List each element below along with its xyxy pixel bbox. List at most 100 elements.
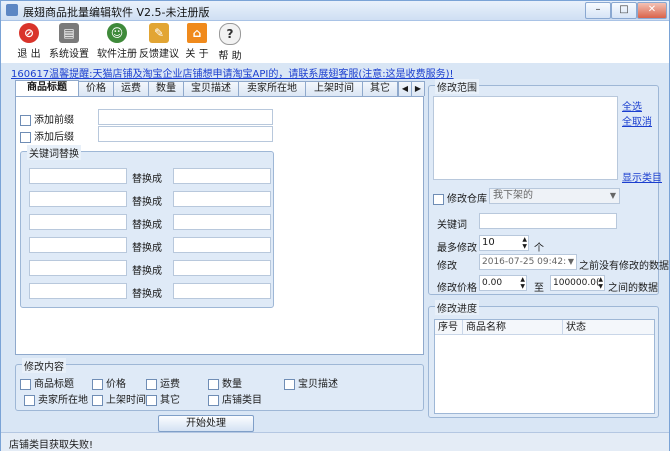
- exit-button[interactable]: ⊘ 退 出: [13, 23, 45, 60]
- checkbox[interactable]: [284, 378, 295, 390]
- content-option-shop-category[interactable]: 店铺类目: [208, 391, 262, 406]
- checkbox[interactable]: [146, 378, 157, 390]
- checkbox[interactable]: [20, 378, 31, 390]
- prefix-input[interactable]: [98, 109, 273, 125]
- content-option-list-time[interactable]: 上架时间: [92, 391, 146, 406]
- tab-price[interactable]: 价格: [78, 81, 114, 96]
- keyword-from-5[interactable]: [29, 260, 127, 276]
- keyword-from-1[interactable]: [29, 168, 127, 184]
- minimize-button[interactable]: –: [585, 2, 611, 19]
- keyword-from-6[interactable]: [29, 283, 127, 299]
- start-process-button[interactable]: 开始处理: [158, 415, 254, 432]
- keyword-to-2[interactable]: [173, 191, 271, 207]
- system-settings-label: 系统设置: [49, 49, 89, 60]
- tab-freight[interactable]: 运费: [113, 81, 149, 96]
- column-header-product-name[interactable]: 商品名称: [463, 320, 563, 335]
- column-header-status[interactable]: 状态: [563, 320, 654, 335]
- spinner-icon[interactable]: ▲ ▼: [598, 276, 603, 290]
- tab-other[interactable]: 其它: [362, 81, 398, 96]
- spinner-icon[interactable]: ▲ ▼: [520, 276, 525, 290]
- close-window-button[interactable]: ✕: [637, 2, 667, 19]
- add-prefix-option[interactable]: 添加前缀: [20, 111, 74, 126]
- modify-warehouse-option[interactable]: 修改仓库: [433, 190, 487, 205]
- tab-scroll-left-icon[interactable]: ◀: [398, 81, 412, 96]
- feedback-button[interactable]: ✎ 反馈建议: [139, 23, 179, 60]
- about-button[interactable]: ⌂ 关 于: [181, 23, 213, 60]
- keyword-label: 关键词: [437, 220, 467, 231]
- checkbox[interactable]: [146, 394, 157, 406]
- maximize-button[interactable]: □: [611, 2, 637, 19]
- tab-scroll-right-icon[interactable]: ▶: [411, 81, 425, 96]
- warehouse-checkbox[interactable]: [433, 193, 444, 205]
- replace-label-1: 替换成: [132, 174, 162, 185]
- keyword-from-2[interactable]: [29, 191, 127, 207]
- option-label: 卖家所在地: [38, 395, 88, 406]
- add-suffix-checkbox[interactable]: [20, 131, 31, 143]
- tab-description[interactable]: 宝贝描述: [183, 81, 239, 96]
- content-option-freight[interactable]: 运费: [146, 375, 180, 390]
- keyword-replace-group: 关键词替换 替换成 替换成 替换成 替换成 替换成 替换成: [20, 145, 274, 308]
- app-window: 展翅商品批量编辑软件 V2.5-未注册版 – □ ✕ ⊘ 退 出 ▤ 系统设置 …: [0, 0, 670, 451]
- checkbox[interactable]: [24, 394, 35, 406]
- select-none-link[interactable]: 全取消: [622, 113, 652, 128]
- about-label: 关 于: [185, 49, 209, 60]
- user-icon: ☺: [107, 23, 127, 43]
- content-option-description[interactable]: 宝贝描述: [284, 375, 338, 390]
- register-button[interactable]: ☺ 软件注册: [97, 23, 137, 60]
- tab-list-time[interactable]: 上架时间: [305, 81, 363, 96]
- option-label: 店铺类目: [222, 395, 262, 406]
- content-option-price[interactable]: 价格: [92, 375, 126, 390]
- price-to-value: 100000.0(: [553, 278, 600, 288]
- show-category-link[interactable]: 显示类目: [622, 169, 662, 184]
- column-header-index[interactable]: 序号: [435, 320, 463, 335]
- stop-icon: ⊘: [19, 23, 39, 43]
- price-from-value: 0.00: [482, 278, 503, 288]
- checkbox[interactable]: [208, 378, 219, 390]
- price-from-input[interactable]: 0.00 ▲ ▼: [479, 275, 527, 291]
- modify-scope-group: 修改范围 全选 全取消 显示类目 修改仓库 我下架的 ▼ 关键词 最多修改 10 ▲…: [428, 79, 669, 295]
- add-prefix-checkbox[interactable]: [20, 114, 31, 126]
- title-bar: 展翅商品批量编辑软件 V2.5-未注册版 – □ ✕: [1, 1, 669, 21]
- spinner-icon[interactable]: ▲ ▼: [522, 236, 527, 250]
- price-to-label: 至: [534, 283, 544, 294]
- system-settings-button[interactable]: ▤ 系统设置: [49, 23, 89, 60]
- tab-location[interactable]: 卖家所在地: [238, 81, 306, 96]
- progress-table[interactable]: 序号 商品名称 状态: [434, 319, 655, 414]
- keyword-to-5[interactable]: [173, 260, 271, 276]
- keyword-to-6[interactable]: [173, 283, 271, 299]
- chevron-down-icon[interactable]: ▼: [568, 255, 574, 269]
- tab-quantity[interactable]: 数量: [148, 81, 184, 96]
- keyword-from-4[interactable]: [29, 237, 127, 253]
- keyword-to-3[interactable]: [173, 214, 271, 230]
- keyword-to-1[interactable]: [173, 168, 271, 184]
- modify-time-picker[interactable]: 2016-07-25 09:42: ▼: [479, 254, 577, 270]
- warehouse-select[interactable]: 我下架的 ▼: [489, 188, 620, 204]
- content-option-title[interactable]: 商品标题: [20, 375, 74, 390]
- tab-title[interactable]: 商品标题: [15, 80, 79, 96]
- content-option-location[interactable]: 卖家所在地: [24, 391, 88, 406]
- price-to-input[interactable]: 100000.0(▲ ▼: [550, 275, 605, 291]
- checkbox[interactable]: [92, 378, 103, 390]
- content-option-other[interactable]: 其它: [146, 391, 180, 406]
- scope-category-list[interactable]: [433, 96, 618, 180]
- help-label: 帮 助: [218, 51, 242, 62]
- keyword-to-4[interactable]: [173, 237, 271, 253]
- option-label: 其它: [160, 395, 180, 406]
- toolbar: ⊘ 退 出 ▤ 系统设置 ☺ 软件注册 ✎ 反馈建议 ⌂ 关 于 ? 帮 助: [1, 21, 669, 63]
- add-suffix-option[interactable]: 添加后缀: [20, 128, 74, 143]
- select-all-link[interactable]: 全选: [622, 98, 642, 113]
- notice-link[interactable]: 160617温馨提醒:天猫店铺及淘宝企业店铺想申请淘宝API的，请联系展翅客服(…: [11, 65, 454, 80]
- checkbox[interactable]: [208, 394, 219, 406]
- register-label: 软件注册: [97, 49, 137, 60]
- option-label: 运费: [160, 379, 180, 390]
- help-button[interactable]: ? 帮 助: [215, 23, 245, 62]
- modify-content-caption: 修改内容: [22, 358, 66, 373]
- price-range-suffix: 之间的数据: [608, 283, 658, 294]
- max-modify-stepper[interactable]: 10 ▲ ▼: [479, 235, 529, 251]
- keyword-from-3[interactable]: [29, 214, 127, 230]
- checkbox[interactable]: [92, 394, 103, 406]
- content-option-quantity[interactable]: 数量: [208, 375, 242, 390]
- keyword-input[interactable]: [479, 213, 617, 229]
- suffix-input[interactable]: [98, 126, 273, 142]
- tab-panel-title: 添加前缀 添加后缀 关键词替换 替换成 替换成 替换成 替换成 替换成 替换成: [15, 96, 424, 355]
